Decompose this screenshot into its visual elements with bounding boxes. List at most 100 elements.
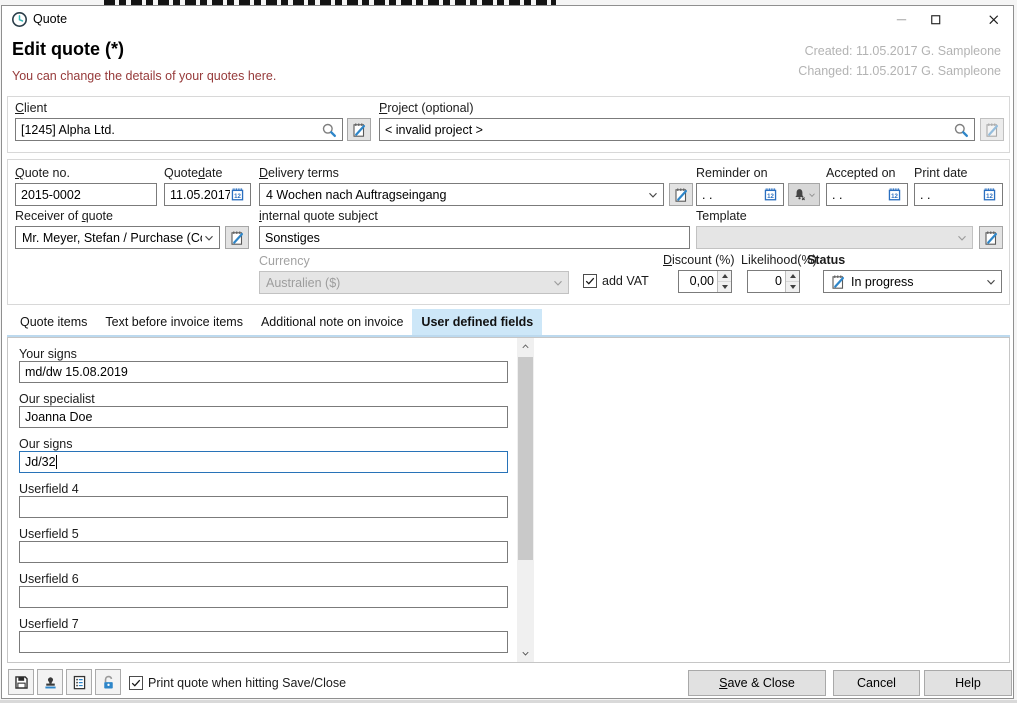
report-tool-button[interactable] [66, 669, 92, 695]
changed-info: Changed: 11.05.2017 G. Sampleone [798, 64, 1001, 78]
udf-field-your-signs[interactable]: md/dw 15.08.2019 [19, 361, 508, 383]
udf-field-userfield-7[interactable] [19, 631, 508, 653]
template-edit-button[interactable] [979, 226, 1003, 249]
chevron-down-icon [520, 648, 531, 659]
client-edit-button[interactable] [347, 118, 371, 141]
save-tool-button[interactable] [8, 669, 34, 695]
window-title: Quote [33, 12, 67, 26]
edit-icon [983, 230, 999, 246]
scroll-down-button[interactable] [517, 645, 534, 662]
udf-label: Userfield 7 [19, 617, 79, 631]
project-label: Project (optional) [379, 101, 474, 116]
discount-stepper[interactable]: 0,00 [678, 270, 732, 293]
udf-field-userfield-6[interactable] [19, 586, 508, 608]
likelihood-spin-up[interactable] [786, 271, 799, 281]
calendar-icon[interactable] [887, 187, 902, 202]
stamp-tool-button[interactable] [37, 669, 63, 695]
lock-tool-button[interactable] [95, 669, 121, 695]
client-label: Client [15, 101, 47, 116]
scroll-up-button[interactable] [517, 338, 534, 355]
reminder-field[interactable]: . . [696, 183, 784, 206]
template-dropdown [696, 226, 973, 249]
quote-no-label: Quote no. [15, 166, 70, 181]
page-title: Edit quote (*) [12, 39, 124, 60]
page-subtitle: You can change the details of your quote… [12, 69, 276, 83]
cancel-button[interactable]: Cancel [833, 670, 920, 696]
spin-down-icon [722, 285, 728, 289]
check-icon [130, 677, 142, 689]
subject-field[interactable]: Sonstiges [259, 226, 690, 249]
project-field[interactable]: < invalid project > [379, 118, 975, 141]
help-button[interactable]: Help [924, 670, 1012, 696]
udf-field-our-signs[interactable]: Jd/32 [19, 451, 508, 473]
discount-label: Discount (%) [663, 253, 735, 268]
edit-icon [229, 230, 245, 246]
quotedate-field[interactable]: 11.05.2017 [164, 183, 251, 206]
status-dropdown[interactable]: In progress [823, 270, 1002, 293]
receiver-label: Receiver of quote [15, 209, 113, 224]
calendar-icon[interactable] [763, 187, 778, 202]
edit-icon [673, 187, 689, 203]
tab-user-defined-fields[interactable]: User defined fields [412, 309, 542, 335]
likelihood-spin-down[interactable] [786, 281, 799, 292]
delivery-terms-dropdown[interactable]: 4 Wochen nach Auftragseingang [259, 183, 664, 206]
quote-dialog: Quote Edit quote (*) You can change the … [1, 5, 1014, 699]
delivery-terms-label: Delivery terms [259, 166, 339, 181]
minimize-button[interactable] [888, 10, 914, 28]
report-icon [71, 674, 88, 691]
chevron-down-icon [807, 190, 817, 200]
accepted-on-label: Accepted on [826, 166, 896, 181]
print-on-save-checkbox[interactable] [129, 676, 143, 690]
accepted-on-field[interactable]: . . [826, 183, 908, 206]
tab-bar: Quote items Text before invoice items Ad… [7, 309, 1010, 335]
udf-label: Userfield 6 [19, 572, 79, 586]
search-icon[interactable] [953, 122, 969, 138]
receiver-edit-button[interactable] [225, 226, 249, 249]
search-icon[interactable] [321, 122, 337, 138]
reminder-alarm-button[interactable] [788, 183, 820, 206]
unlock-icon [100, 674, 117, 691]
spin-up-icon [790, 274, 796, 278]
reminder-label: Reminder on [696, 166, 768, 181]
add-vat-checkbox[interactable] [583, 274, 597, 288]
discount-value: 0,00 [679, 271, 717, 292]
udf-field-userfield-4[interactable] [19, 496, 508, 518]
tab-text-before-invoice-items[interactable]: Text before invoice items [96, 309, 252, 335]
likelihood-stepper[interactable]: 0 [747, 270, 800, 293]
spin-up-icon [722, 274, 728, 278]
chevron-down-icon [646, 188, 660, 202]
save-close-button[interactable]: Save & Close [688, 670, 826, 696]
close-button[interactable] [980, 10, 1006, 28]
client-field[interactable]: [1245] Alpha Ltd. [15, 118, 343, 141]
subject-label: internal quote subject [259, 209, 378, 224]
maximize-icon [928, 12, 943, 27]
vertical-scrollbar[interactable] [517, 338, 534, 662]
udf-label: Userfield 4 [19, 482, 79, 496]
delivery-terms-edit-button[interactable] [669, 183, 693, 206]
calendar-icon[interactable] [230, 187, 245, 202]
tab-quote-items[interactable]: Quote items [11, 309, 96, 335]
quote-no-field[interactable]: 2015-0002 [15, 183, 157, 206]
maximize-button[interactable] [922, 10, 948, 28]
udf-field-userfield-5[interactable] [19, 541, 508, 563]
print-on-save-label: Print quote when hitting Save/Close [148, 676, 354, 691]
chevron-up-icon [520, 341, 531, 352]
status-label: Status [807, 253, 845, 268]
discount-spin-down[interactable] [718, 281, 731, 292]
screen: Quote Edit quote (*) You can change the … [0, 0, 1017, 703]
print-date-label: Print date [914, 166, 968, 181]
discount-spin-up[interactable] [718, 271, 731, 281]
udf-field-our-specialist[interactable]: Joanna Doe [19, 406, 508, 428]
edit-icon [984, 122, 1000, 138]
receiver-dropdown[interactable]: Mr. Meyer, Stefan / Purchase (Com [15, 226, 220, 249]
print-date-field[interactable]: . . [914, 183, 1003, 206]
user-defined-fields-panel: Your signs md/dw 15.08.2019 Our speciali… [7, 337, 1010, 663]
add-vat-label: add VAT [602, 274, 649, 289]
calendar-icon[interactable] [982, 187, 997, 202]
currency-label: Currency [259, 254, 310, 269]
udf-label: Our specialist [19, 392, 95, 406]
udf-label: Userfield 5 [19, 527, 79, 541]
scrollbar-thumb[interactable] [518, 357, 533, 560]
project-edit-button [980, 118, 1004, 141]
tab-additional-note-on-invoice[interactable]: Additional note on invoice [252, 309, 412, 335]
